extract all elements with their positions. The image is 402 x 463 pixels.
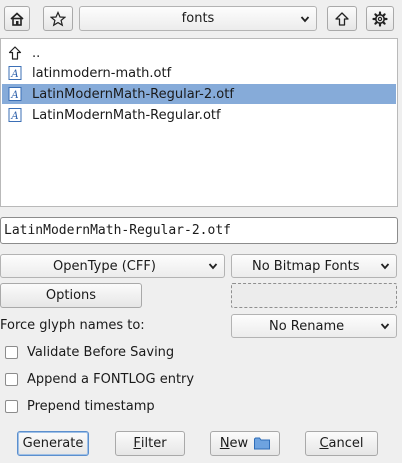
folder-icon: [254, 437, 271, 450]
bookmark-button[interactable]: [43, 6, 73, 31]
list-item-label: LatinModernMath-Regular.otf: [32, 107, 221, 123]
svg-text:A: A: [10, 111, 18, 122]
glyph-names-value: No Rename: [269, 318, 345, 334]
filename-input-value: LatinModernMath-Regular-2.otf: [4, 223, 231, 238]
filter-button-mnemonic: F: [133, 436, 141, 451]
list-item-label: LatinModernMath-Regular-2.otf: [32, 86, 234, 102]
home-icon: [10, 11, 24, 26]
gear-icon: [372, 10, 388, 27]
new-folder-button[interactable]: New: [210, 431, 280, 456]
font-file-icon: A: [8, 66, 22, 80]
generate-button-label: Generate: [22, 436, 84, 451]
parent-folder-up-icon: [8, 46, 22, 60]
chevron-down-icon: [208, 263, 218, 270]
list-item-parent[interactable]: ..: [2, 43, 396, 63]
filter-button-label: ilter: [140, 436, 167, 451]
home-button[interactable]: [4, 6, 30, 31]
svg-text:A: A: [10, 90, 18, 101]
folder-combo-value: fonts: [181, 11, 215, 26]
bitmap-format-combo[interactable]: No Bitmap Fonts: [231, 254, 397, 278]
list-item[interactable]: A latinmodern-math.otf: [2, 63, 396, 83]
generate-button[interactable]: Generate: [17, 431, 89, 456]
options-button[interactable]: Options: [0, 283, 142, 308]
options-info-field: [231, 283, 397, 308]
cancel-button-mnemonic: C: [319, 436, 329, 451]
fontlog-checkbox[interactable]: [5, 373, 18, 386]
up-arrow-icon: [335, 11, 349, 26]
options-button-label: Options: [45, 288, 97, 303]
new-button-mnemonic: N: [219, 436, 230, 451]
font-file-icon: A: [8, 108, 22, 122]
validate-checkbox[interactable]: [5, 346, 18, 359]
chevron-down-icon: [380, 263, 390, 270]
svg-text:A: A: [10, 69, 18, 80]
star-icon: [50, 10, 66, 26]
fontlog-checkbox-label: Append a FONTLOG entry: [27, 372, 195, 387]
chevron-down-icon: [380, 323, 390, 330]
folder-combo[interactable]: fonts: [79, 6, 317, 31]
glyph-names-combo[interactable]: No Rename: [231, 314, 397, 338]
outline-format-combo[interactable]: OpenType (CFF): [0, 254, 225, 278]
list-item-label: ..: [32, 45, 41, 61]
list-item-selected[interactable]: A LatinModernMath-Regular-2.otf: [2, 84, 396, 104]
bitmap-format-value: No Bitmap Fonts: [252, 258, 360, 274]
timestamp-checkbox[interactable]: [5, 400, 18, 413]
validate-checkbox-label: Validate Before Saving: [27, 345, 175, 360]
list-item-label: latinmodern-math.otf: [32, 65, 172, 81]
settings-button[interactable]: [366, 6, 394, 31]
file-list[interactable]: .. A latinmodern-math.otf A LatinModernM…: [0, 38, 398, 207]
glyph-names-label: Force glyph names to:: [0, 318, 145, 333]
filter-button[interactable]: Filter: [115, 431, 185, 456]
filename-input[interactable]: LatinModernMath-Regular-2.otf: [0, 217, 398, 244]
up-folder-button[interactable]: [327, 6, 357, 31]
timestamp-checkbox-label: Prepend timestamp: [27, 399, 155, 414]
cancel-button[interactable]: Cancel: [305, 431, 378, 456]
new-button-label: ew: [229, 436, 249, 451]
list-item[interactable]: A LatinModernMath-Regular.otf: [2, 105, 396, 125]
outline-format-value: OpenType (CFF): [53, 258, 156, 274]
cancel-button-label: ancel: [328, 436, 364, 451]
font-file-icon: A: [8, 87, 22, 101]
chevron-down-icon: [300, 15, 310, 22]
